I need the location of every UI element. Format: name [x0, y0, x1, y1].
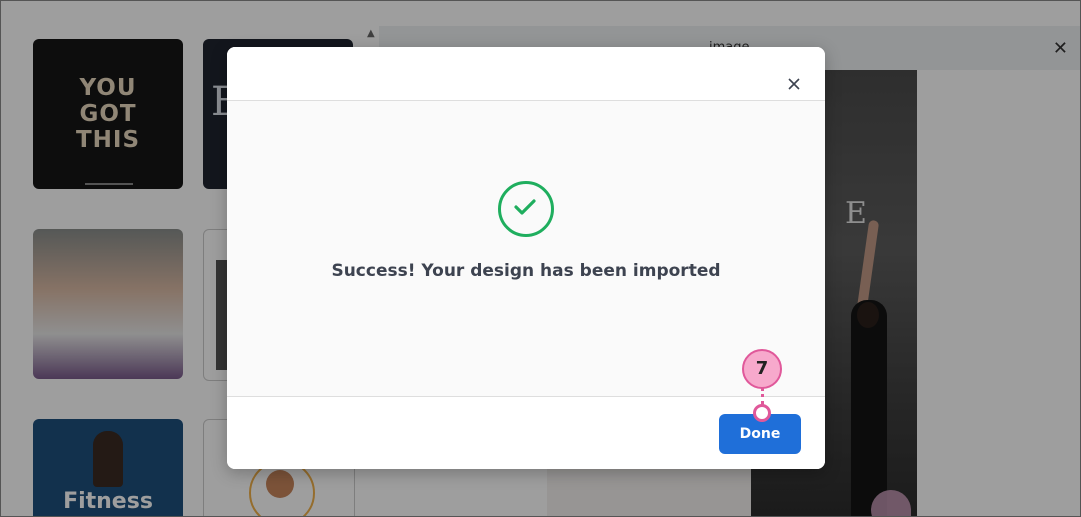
close-icon[interactable] — [783, 73, 805, 95]
step-pointer-line — [761, 387, 764, 405]
app-window: YOU GOT THIS E Fitness ▲ image ✕ E — [0, 0, 1081, 517]
step-number-badge: 7 — [742, 349, 782, 389]
dialog-body: Success! Your design has been imported — [227, 101, 825, 395]
success-check-icon — [498, 181, 554, 237]
step-pointer-dot — [753, 404, 771, 422]
dialog-footer: Done — [227, 396, 825, 469]
success-message: Success! Your design has been imported — [331, 261, 721, 281]
dialog-header — [227, 47, 825, 101]
import-success-dialog: Success! Your design has been imported D… — [227, 47, 825, 469]
